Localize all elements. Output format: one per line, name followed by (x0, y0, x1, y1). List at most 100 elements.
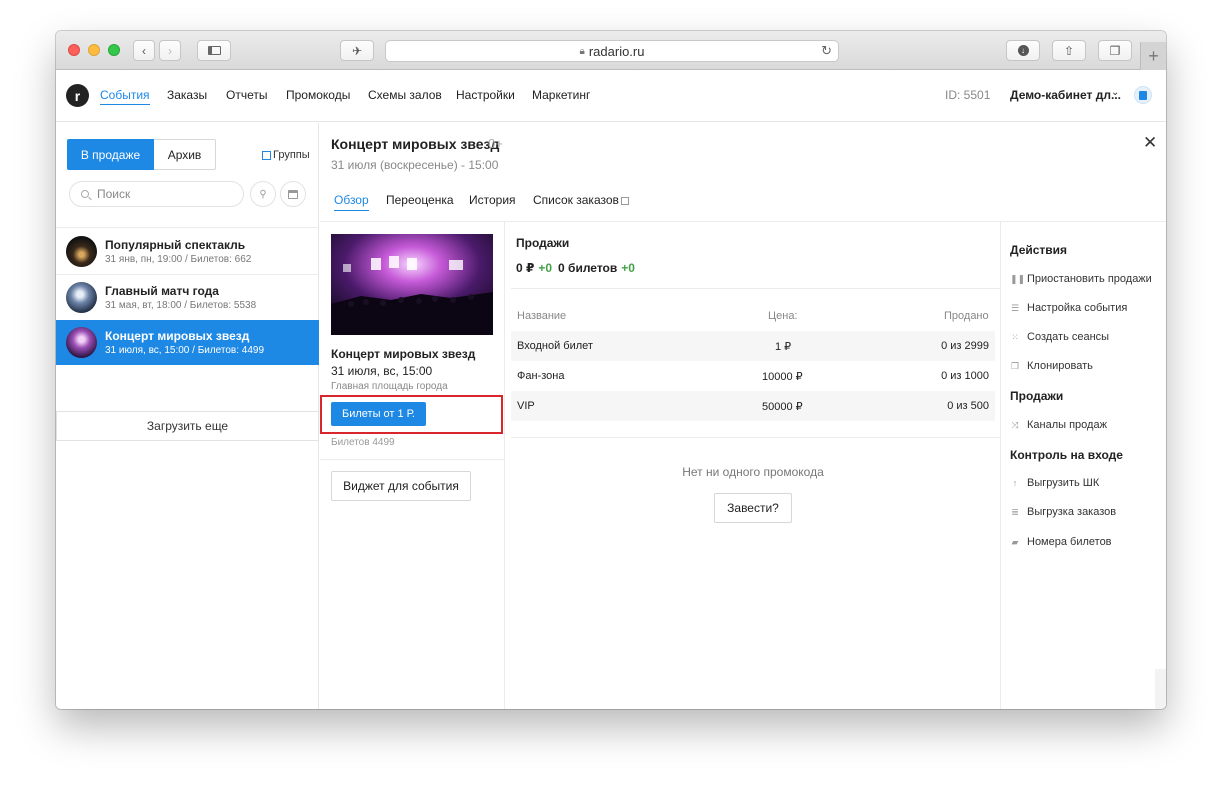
tabs-icon: ❐ (1109, 43, 1121, 58)
tickets-sold: 0 из 2999 (941, 340, 989, 352)
chevron-down-icon[interactable]: ⌄ (1111, 87, 1119, 98)
nav-events[interactable]: События (100, 88, 150, 105)
external-link-icon (620, 197, 629, 205)
export-barcodes-action[interactable]: ↑ Выгрузить ШК (1010, 477, 1100, 489)
table-row[interactable]: Фан-зона 10000 ₽ 0 из 1000 (511, 361, 995, 391)
create-sessions-action[interactable]: ⁙ Создать сеансы (1010, 331, 1109, 343)
export-orders-action[interactable]: ≣ Выгрузка заказов (1010, 506, 1116, 518)
event-thumbnail (66, 327, 97, 358)
ticket-price: 10000 ₽ (762, 371, 803, 383)
search-input[interactable]: Поиск (69, 181, 244, 207)
user-avatar[interactable] (1134, 86, 1152, 104)
divider (320, 459, 504, 460)
pause-sales-action[interactable]: ❚❚ Приостановить продажи (1010, 273, 1152, 285)
divider (504, 222, 505, 709)
export-orders-label: Выгрузка заказов (1027, 506, 1117, 518)
tab-on-sale[interactable]: В продаже (67, 139, 154, 170)
event-settings-action[interactable]: ☰ Настройка события (1010, 302, 1127, 314)
new-tab-button[interactable]: + (1140, 42, 1166, 70)
arrow-up-icon: ↑ (1012, 478, 1018, 488)
cabinet-selector[interactable]: Демо-кабинет дл... (1010, 88, 1121, 102)
nav-orders[interactable]: Заказы (167, 88, 207, 102)
nav-settings[interactable]: Настройки (456, 88, 515, 102)
tab-orders-list-label: Список заказов (533, 193, 619, 207)
event-card-title: Концерт мировых звезд (331, 347, 476, 361)
groups-checkbox[interactable] (262, 150, 271, 160)
chevron-left-icon: ‹ (142, 43, 146, 58)
divider (511, 288, 1000, 289)
ticket-price: 50000 ₽ (762, 401, 803, 413)
nav-marketing[interactable]: Маркетинг (532, 88, 590, 102)
sales-channels-action[interactable]: ⤨ Каналы продаж (1010, 419, 1107, 431)
load-more-button[interactable]: Загрузить еще (56, 411, 319, 441)
sidebar-toggle-button[interactable] (197, 40, 231, 61)
clone-action[interactable]: ❐ Клонировать (1010, 360, 1093, 372)
account-id: ID: 5501 (945, 88, 991, 102)
clone-label: Клонировать (1027, 360, 1093, 372)
zoom-window-button[interactable] (108, 44, 120, 56)
profile-icon (1139, 90, 1147, 100)
close-window-button[interactable] (68, 44, 80, 56)
sales-actions-heading: Продажи (1010, 389, 1064, 403)
create-promocode-button[interactable]: Завести? (714, 493, 792, 523)
app-header: r События Заказы Отчеты Промокоды Схемы … (56, 71, 1166, 122)
event-list-item[interactable]: Главный матч года 31 мая, вт, 18:00 / Би… (56, 275, 319, 320)
downloads-button[interactable]: ↓ (1006, 40, 1040, 61)
create-sessions-label: Создать сеансы (1027, 331, 1110, 343)
table-row[interactable]: Входной билет 1 ₽ 0 из 2999 (511, 331, 995, 361)
tickets-sold: 0 из 500 (947, 400, 989, 412)
event-heading: Концерт мировых звезд (331, 136, 500, 152)
ticket-numbers-action[interactable]: ▰ Номера билетов (1010, 536, 1112, 548)
share-icon: ⇧ (1063, 43, 1075, 58)
sales-amount-delta: +0 (538, 261, 553, 275)
location-filter-button[interactable]: ⚲ (250, 181, 276, 207)
event-title: Популярный спектакль (105, 238, 246, 252)
date-filter-button[interactable] (280, 181, 306, 207)
shuffle-icon: ⤨ (1011, 419, 1019, 430)
nav-promocodes[interactable]: Промокоды (286, 88, 350, 102)
tickets-count: Билетов 4499 (331, 437, 395, 448)
column-header-sold: Продано (944, 310, 989, 322)
reload-icon[interactable]: ↻ (821, 43, 832, 59)
forward-button[interactable]: › (159, 40, 181, 61)
tab-archive[interactable]: Архив (154, 139, 216, 170)
radario-logo[interactable]: r (66, 84, 89, 107)
close-icon[interactable]: ✕ (1143, 133, 1157, 153)
tabs-overview-button[interactable]: ❐ (1098, 40, 1132, 61)
event-list-item[interactable]: Концерт мировых звезд 31 июля, вс, 15:00… (56, 320, 319, 365)
column-header-price: Цена: (768, 310, 798, 322)
download-icon: ↓ (1017, 45, 1029, 56)
pause-sales-label: Приостановить продажи (1027, 273, 1152, 285)
minimize-window-button[interactable] (88, 44, 100, 56)
ticket-type-name: Входной билет (517, 340, 593, 352)
share-button[interactable]: ⇧ (1052, 40, 1086, 61)
lock-icon: 🔒︎ (579, 45, 585, 57)
address-bar[interactable]: 🔒︎ radario.ru ↻ (385, 40, 839, 62)
ticket-numbers-label: Номера билетов (1027, 536, 1112, 548)
event-datetime: 31 июля (воскресенье) - 15:00 (331, 158, 499, 172)
groups-toggle[interactable]: Группы (262, 149, 310, 161)
nav-reports[interactable]: Отчеты (226, 88, 267, 102)
tab-overview[interactable]: Обзор (334, 193, 369, 211)
event-title: Концерт мировых звезд (105, 329, 250, 343)
pinned-site-button[interactable]: ✈ (340, 40, 374, 61)
table-row[interactable]: VIP 50000 ₽ 0 из 500 (511, 391, 995, 421)
tab-history[interactable]: История (469, 193, 516, 207)
column-header-name: Название (517, 310, 567, 322)
nav-hall-schemes[interactable]: Схемы залов (368, 88, 442, 102)
pause-icon: ❚❚ (1010, 273, 1026, 284)
divider (320, 221, 1166, 222)
sidebar-icon (207, 46, 221, 55)
events-sidebar: В продаже Архив Группы Поиск ⚲ Популярны… (56, 123, 319, 709)
browser-window: ‹ › ✈ 🔒︎ radario.ru ↻ ↓ ⇧ ❐ + r События … (56, 31, 1166, 709)
tab-orders-list[interactable]: Список заказов (533, 193, 629, 207)
event-list-item[interactable]: Популярный спектакль 31 янв, пн, 19:00 /… (56, 229, 319, 274)
grid-icon: ⁙ (1011, 331, 1019, 342)
scrollbar[interactable] (1155, 669, 1166, 709)
tab-revaluation[interactable]: Переоценка (386, 193, 454, 207)
event-widget-button[interactable]: Виджет для события (331, 471, 471, 501)
sales-tickets-delta: +0 (621, 261, 635, 275)
divider (511, 437, 1000, 438)
list-icon: ≣ (1011, 506, 1019, 517)
back-button[interactable]: ‹ (133, 40, 155, 61)
